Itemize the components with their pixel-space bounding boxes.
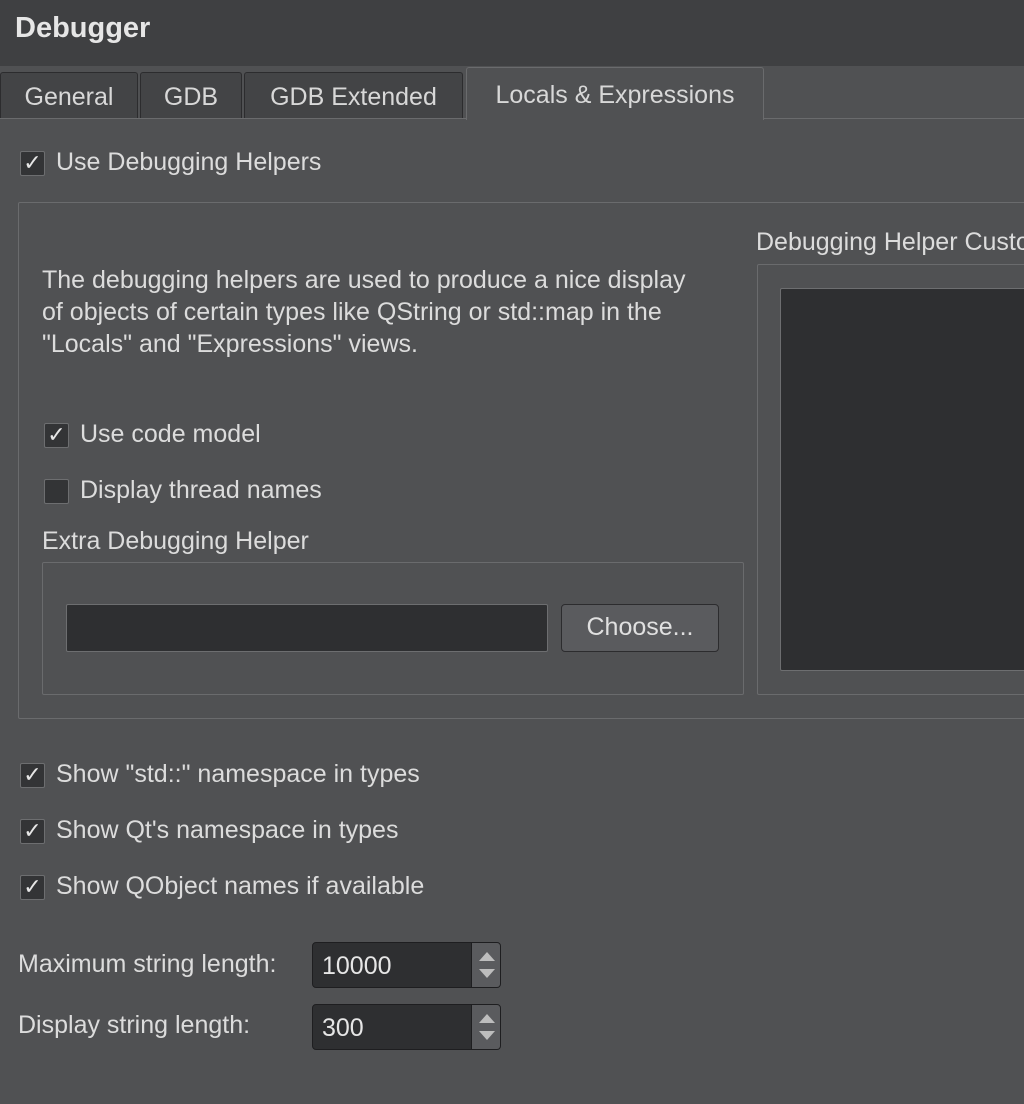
- display-string-length-stepper[interactable]: [471, 1005, 500, 1049]
- show-std-namespace-checkbox[interactable]: ✓: [20, 763, 45, 788]
- choose-button[interactable]: Choose...: [561, 604, 719, 652]
- show-qobject-names-label: Show QObject names if available: [56, 872, 425, 900]
- tab-locals-expressions[interactable]: Locals & Expressions: [466, 67, 764, 120]
- chevron-up-icon[interactable]: [479, 952, 495, 961]
- max-string-length-value: 10000: [322, 952, 392, 980]
- max-string-length-stepper[interactable]: [471, 943, 500, 987]
- show-std-namespace-label: Show "std::" namespace in types: [56, 760, 420, 788]
- show-qt-namespace-checkbox[interactable]: ✓: [20, 819, 45, 844]
- tab-gdb-extended[interactable]: GDB Extended: [244, 72, 463, 118]
- use-debugging-helpers-label: Use Debugging Helpers: [56, 148, 322, 176]
- max-string-length-spinbox[interactable]: 10000: [312, 942, 501, 988]
- title-bar: Debugger: [0, 0, 1024, 66]
- chevron-down-icon[interactable]: [479, 1031, 495, 1040]
- display-thread-names-checkbox[interactable]: [44, 479, 69, 504]
- display-string-length-spinbox[interactable]: 300: [312, 1004, 501, 1050]
- max-string-length-label: Maximum string length:: [18, 950, 277, 978]
- tab-general[interactable]: General: [0, 72, 138, 118]
- chevron-up-icon[interactable]: [479, 1014, 495, 1023]
- chevron-down-icon[interactable]: [479, 969, 495, 978]
- use-code-model-checkbox[interactable]: ✓: [44, 423, 69, 448]
- display-string-length-value: 300: [322, 1014, 364, 1042]
- display-string-length-label: Display string length:: [18, 1011, 251, 1039]
- customization-title-clip: Debugging Helper Customization: [756, 228, 1024, 264]
- extra-debugging-helper-title: Extra Debugging Helper: [42, 527, 309, 555]
- extra-helper-path-input[interactable]: [66, 604, 548, 652]
- show-qt-namespace-label: Show Qt's namespace in types: [56, 816, 399, 844]
- show-qobject-names-checkbox[interactable]: ✓: [20, 875, 45, 900]
- helpers-description: The debugging helpers are used to produc…: [42, 266, 686, 358]
- customization-title: Debugging Helper Customization: [756, 228, 1024, 256]
- use-debugging-helpers-checkbox[interactable]: ✓: [20, 151, 45, 176]
- use-code-model-label: Use code model: [80, 420, 261, 448]
- customization-editor[interactable]: [780, 288, 1024, 671]
- window-title: Debugger: [15, 12, 151, 44]
- display-thread-names-label: Display thread names: [80, 476, 322, 504]
- tab-gdb[interactable]: GDB: [140, 72, 242, 118]
